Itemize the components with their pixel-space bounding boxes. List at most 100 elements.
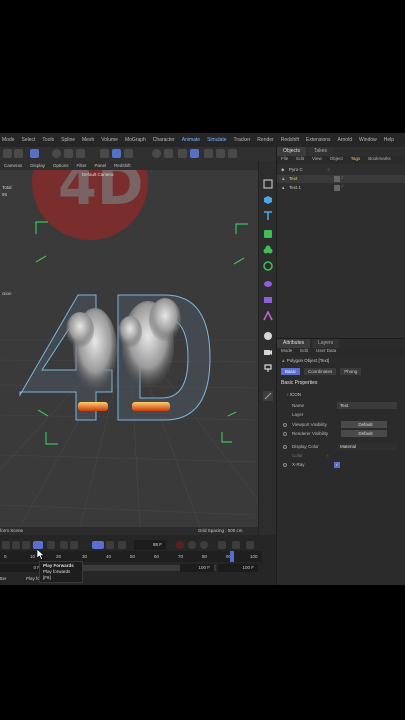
- current-frame-field[interactable]: 88 F: [134, 540, 166, 550]
- name-field[interactable]: Text: [337, 402, 397, 409]
- autokeying-icon[interactable]: [188, 541, 196, 549]
- chevron-right-icon[interactable]: ›: [327, 453, 329, 458]
- tab-objects[interactable]: Objects: [277, 147, 306, 156]
- rotate-tool-icon[interactable]: [52, 149, 61, 158]
- go-to-start-icon[interactable]: [2, 541, 10, 549]
- scale-key-icon[interactable]: [246, 541, 254, 549]
- points-mode-icon[interactable]: [204, 149, 213, 158]
- primitive-cube-icon[interactable]: [263, 195, 273, 205]
- objects-menu-item[interactable]: Bookmarks: [368, 156, 391, 164]
- viewport-menu-item[interactable]: Panel: [95, 163, 107, 168]
- axis-icon[interactable]: [76, 149, 85, 158]
- menu-item[interactable]: Animate: [182, 137, 200, 143]
- keyframe-dot-icon[interactable]: [283, 432, 287, 436]
- subtab-coordinates[interactable]: Coordinates: [304, 368, 337, 375]
- redo-icon[interactable]: [14, 149, 23, 158]
- menu-item[interactable]: Mode: [2, 137, 15, 143]
- attributes-menu-item[interactable]: Edit: [300, 348, 308, 356]
- viewport-visibility-dropdown[interactable]: Default: [341, 421, 387, 428]
- menu-item[interactable]: MoGraph: [125, 137, 146, 143]
- sound-icon[interactable]: [118, 541, 126, 549]
- start-frame-field[interactable]: 0 F: [0, 564, 44, 572]
- attributes-menu-item[interactable]: User Data: [316, 348, 336, 356]
- model-mode-icon[interactable]: [190, 149, 199, 158]
- menu-item[interactable]: Mesh: [82, 137, 94, 143]
- material-tag-icon[interactable]: [334, 185, 340, 191]
- tab-layers[interactable]: Layers: [312, 339, 340, 348]
- menu-item[interactable]: Tracker: [234, 137, 251, 143]
- record-icon[interactable]: [176, 541, 184, 549]
- menu-item[interactable]: Extensions: [306, 137, 330, 143]
- brush-icon[interactable]: [263, 391, 273, 401]
- menu-item[interactable]: Render: [257, 137, 273, 143]
- phong-tag-icon[interactable]: ∕: [342, 175, 343, 180]
- max-frame-field[interactable]: 100 F: [218, 564, 258, 572]
- light-icon[interactable]: [263, 363, 273, 373]
- render-icon[interactable]: [112, 149, 121, 158]
- cube-icon[interactable]: [263, 179, 273, 189]
- viewport-menu-item[interactable]: Options: [53, 163, 69, 168]
- object-row[interactable]: ▲ Text ∕: [277, 175, 405, 183]
- objects-menu-item[interactable]: Edit: [296, 156, 304, 164]
- phong-tag-icon[interactable]: ∕: [342, 184, 343, 189]
- record-mode-icon[interactable]: [92, 541, 104, 549]
- viewport-menu-item[interactable]: Filter: [77, 163, 87, 168]
- viewport-menu-item[interactable]: Display: [30, 163, 45, 168]
- menu-item[interactable]: Help: [384, 137, 394, 143]
- go-to-end-icon[interactable]: [70, 541, 78, 549]
- playhead[interactable]: [230, 551, 234, 562]
- edges-mode-icon[interactable]: [216, 149, 225, 158]
- object-row[interactable]: ◆ Pyro C ✓: [277, 166, 405, 174]
- keyframe-dot-icon[interactable]: [283, 423, 287, 427]
- menu-item[interactable]: Window: [359, 137, 377, 143]
- render-settings-icon[interactable]: [124, 149, 133, 158]
- menu-item[interactable]: Redshift: [281, 137, 299, 143]
- undo-icon[interactable]: [3, 149, 12, 158]
- previous-frame-icon[interactable]: [22, 541, 30, 549]
- viewport-menu-item[interactable]: Cameras: [4, 163, 22, 168]
- deformer-icon[interactable]: [263, 279, 273, 289]
- polygons-mode-icon[interactable]: [228, 149, 237, 158]
- play-icon[interactable]: [47, 541, 55, 549]
- menu-item[interactable]: Spline: [61, 137, 75, 143]
- field-icon[interactable]: [263, 295, 273, 305]
- object-row[interactable]: ▲ Text.1 ∕: [277, 184, 405, 192]
- objects-menu-item[interactable]: View: [312, 156, 322, 164]
- menu-item[interactable]: Simulate: [207, 137, 226, 143]
- play-forwards-button[interactable]: [33, 541, 43, 549]
- attributes-menu-item[interactable]: Mode: [281, 348, 292, 356]
- next-frame-icon[interactable]: [60, 541, 68, 549]
- snap-icon[interactable]: [152, 149, 161, 158]
- generator-icon[interactable]: [263, 229, 273, 239]
- icon-group-label[interactable]: › ICON: [287, 392, 301, 397]
- viewport-menu-item[interactable]: Redshift: [114, 163, 131, 168]
- environment-icon[interactable]: [263, 331, 273, 341]
- 3d-viewport[interactable]: 4D Default Camera Total 96 ction: [0, 170, 258, 527]
- objects-menu-item[interactable]: Tags: [351, 156, 361, 164]
- menu-item[interactable]: Character: [153, 137, 175, 143]
- menu-item[interactable]: Select: [22, 137, 36, 143]
- keyframe-dot-icon[interactable]: [283, 445, 287, 449]
- rotation-key-icon[interactable]: [232, 541, 240, 549]
- tab-attributes[interactable]: Attributes: [277, 339, 311, 348]
- menu-item[interactable]: Tools: [42, 137, 54, 143]
- workplane-icon[interactable]: [164, 149, 173, 158]
- move-tool-icon[interactable]: [30, 149, 39, 158]
- renderer-visibility-dropdown[interactable]: Default: [341, 430, 387, 437]
- autokey-icon[interactable]: [106, 541, 114, 549]
- objects-menu-item[interactable]: Object: [330, 156, 343, 164]
- previous-key-icon[interactable]: [12, 541, 20, 549]
- render-view-icon[interactable]: [100, 149, 109, 158]
- enabled-check-icon[interactable]: ✓: [327, 167, 331, 173]
- scale-tool-icon[interactable]: [64, 149, 73, 158]
- spline-pen-icon[interactable]: [263, 311, 273, 321]
- camera-icon[interactable]: [263, 347, 273, 357]
- keyframe-dot-icon[interactable]: [283, 463, 287, 467]
- effector-icon[interactable]: [263, 261, 273, 271]
- tab-takes[interactable]: Takes: [307, 147, 334, 156]
- subtab-basic[interactable]: Basic: [281, 368, 301, 375]
- keyframe-selection-icon[interactable]: [200, 541, 208, 549]
- subtab-phong[interactable]: Phong: [340, 368, 362, 375]
- display-color-dropdown[interactable]: Material: [337, 443, 397, 450]
- end-frame-field[interactable]: 100 F: [180, 564, 214, 572]
